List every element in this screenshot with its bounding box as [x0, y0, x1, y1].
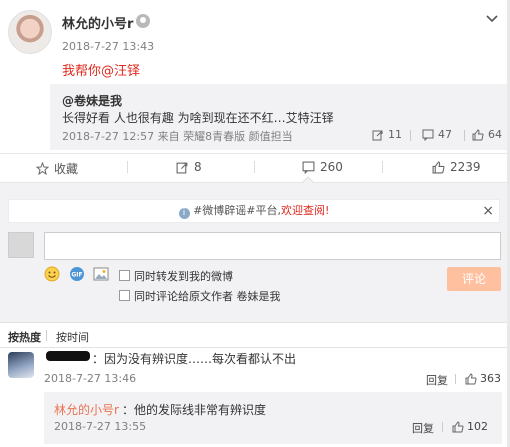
quoted-forward-count: 11 [388, 128, 402, 141]
like-count: 2239 [450, 160, 481, 174]
forward-count: 8 [194, 160, 202, 174]
comment-author-checkbox[interactable] [119, 290, 130, 301]
post-text: 我帮你@汪铎 [62, 64, 141, 79]
forward-icon [176, 162, 188, 173]
sub-reply [44, 392, 502, 444]
divider [455, 374, 456, 384]
redacted-username [46, 351, 90, 361]
panel-pointer [302, 176, 314, 183]
rumor-notice: i #微博辟谣#平台,欢迎查阅! [8, 199, 500, 223]
divider [382, 161, 383, 173]
thumbs-up-icon [465, 372, 477, 384]
reply-username[interactable]: 林允的小号r [54, 401, 119, 418]
subreply-like-count: 102 [467, 420, 488, 433]
comment-like-count: 363 [480, 372, 501, 385]
member-badge-icon [136, 14, 150, 28]
comment-count: 260 [320, 160, 343, 174]
reply-time: 2018-7-27 13:55 [54, 420, 147, 433]
star-icon [36, 162, 49, 175]
close-icon[interactable]: × [482, 203, 494, 219]
quoted-forward-button[interactable]: 11 [372, 128, 402, 141]
favorite-button[interactable]: 收藏 [36, 160, 78, 177]
quoted-like-button[interactable]: 64 [472, 128, 502, 141]
sort-by-time[interactable]: 按时间 [56, 329, 89, 345]
quoted-meta: 2018-7-27 12:57 来自 荣耀8青春版 颜值担当 [62, 130, 293, 143]
forward-button[interactable]: 8 [176, 160, 202, 174]
chevron-down-icon[interactable] [484, 10, 500, 26]
like-button[interactable]: 2239 [432, 160, 481, 174]
image-icon[interactable] [93, 266, 109, 282]
my-avatar [8, 232, 34, 258]
post-time[interactable]: 2018-7-27 13:43 [62, 40, 154, 53]
emoji-icon[interactable] [44, 266, 60, 282]
divider [410, 130, 411, 141]
sort-by-hot[interactable]: 按热度 [8, 329, 41, 345]
subreply-like-button[interactable]: 102 [452, 420, 488, 433]
comment-text: ：因为没有辨识度……每次看都认不出 [92, 352, 297, 366]
comment-reply-button[interactable]: 回复 [426, 372, 448, 388]
comment-input[interactable] [44, 232, 501, 260]
submit-comment-button[interactable]: 评论 [447, 267, 501, 291]
poster-avatar[interactable] [8, 10, 52, 54]
quoted-username[interactable]: @卷妹是我 [62, 92, 122, 109]
quoted-like-count: 64 [488, 128, 502, 141]
comment-icon [422, 129, 434, 141]
subreply-reply-button[interactable]: 回复 [412, 420, 434, 436]
comment-like-button[interactable]: 363 [465, 372, 501, 385]
forward-checkbox-label: 同时转发到我的微博 [134, 270, 233, 283]
divider [254, 161, 255, 173]
thumbs-up-icon [452, 420, 464, 432]
comment-button[interactable]: 260 [302, 160, 343, 174]
divider [442, 422, 443, 432]
comment-author-checkbox-label: 同时评论给原文作者 卷妹是我 [134, 290, 281, 303]
notice-link[interactable]: 欢迎查阅! [281, 204, 329, 217]
divider [46, 330, 47, 341]
reply-text: ：他的发际线非常有辨识度 [122, 403, 267, 417]
comment-icon [302, 161, 315, 174]
favorite-label: 收藏 [54, 162, 79, 176]
quoted-comment-count: 47 [438, 128, 452, 141]
quoted-text: 长得好看 人也很有趣 为啥到现在还不红…艾特汪铎 [62, 111, 334, 125]
forward-icon [372, 130, 383, 140]
divider [127, 161, 128, 173]
quoted-comment-button[interactable]: 47 [422, 128, 452, 141]
poster-username[interactable]: 林允的小号r [62, 13, 133, 32]
gif-icon[interactable]: GIF [69, 266, 85, 282]
comment-time: 2018-7-27 13:46 [44, 372, 137, 385]
thumbs-up-icon [472, 128, 484, 140]
commenter-avatar[interactable] [8, 352, 34, 378]
svg-text:GIF: GIF [71, 272, 82, 279]
info-icon: i [178, 208, 190, 219]
forward-checkbox[interactable] [119, 270, 130, 281]
divider [464, 130, 465, 141]
thumbs-up-icon [432, 161, 445, 173]
notice-tag[interactable]: #微博辟谣#平台, [193, 204, 281, 217]
